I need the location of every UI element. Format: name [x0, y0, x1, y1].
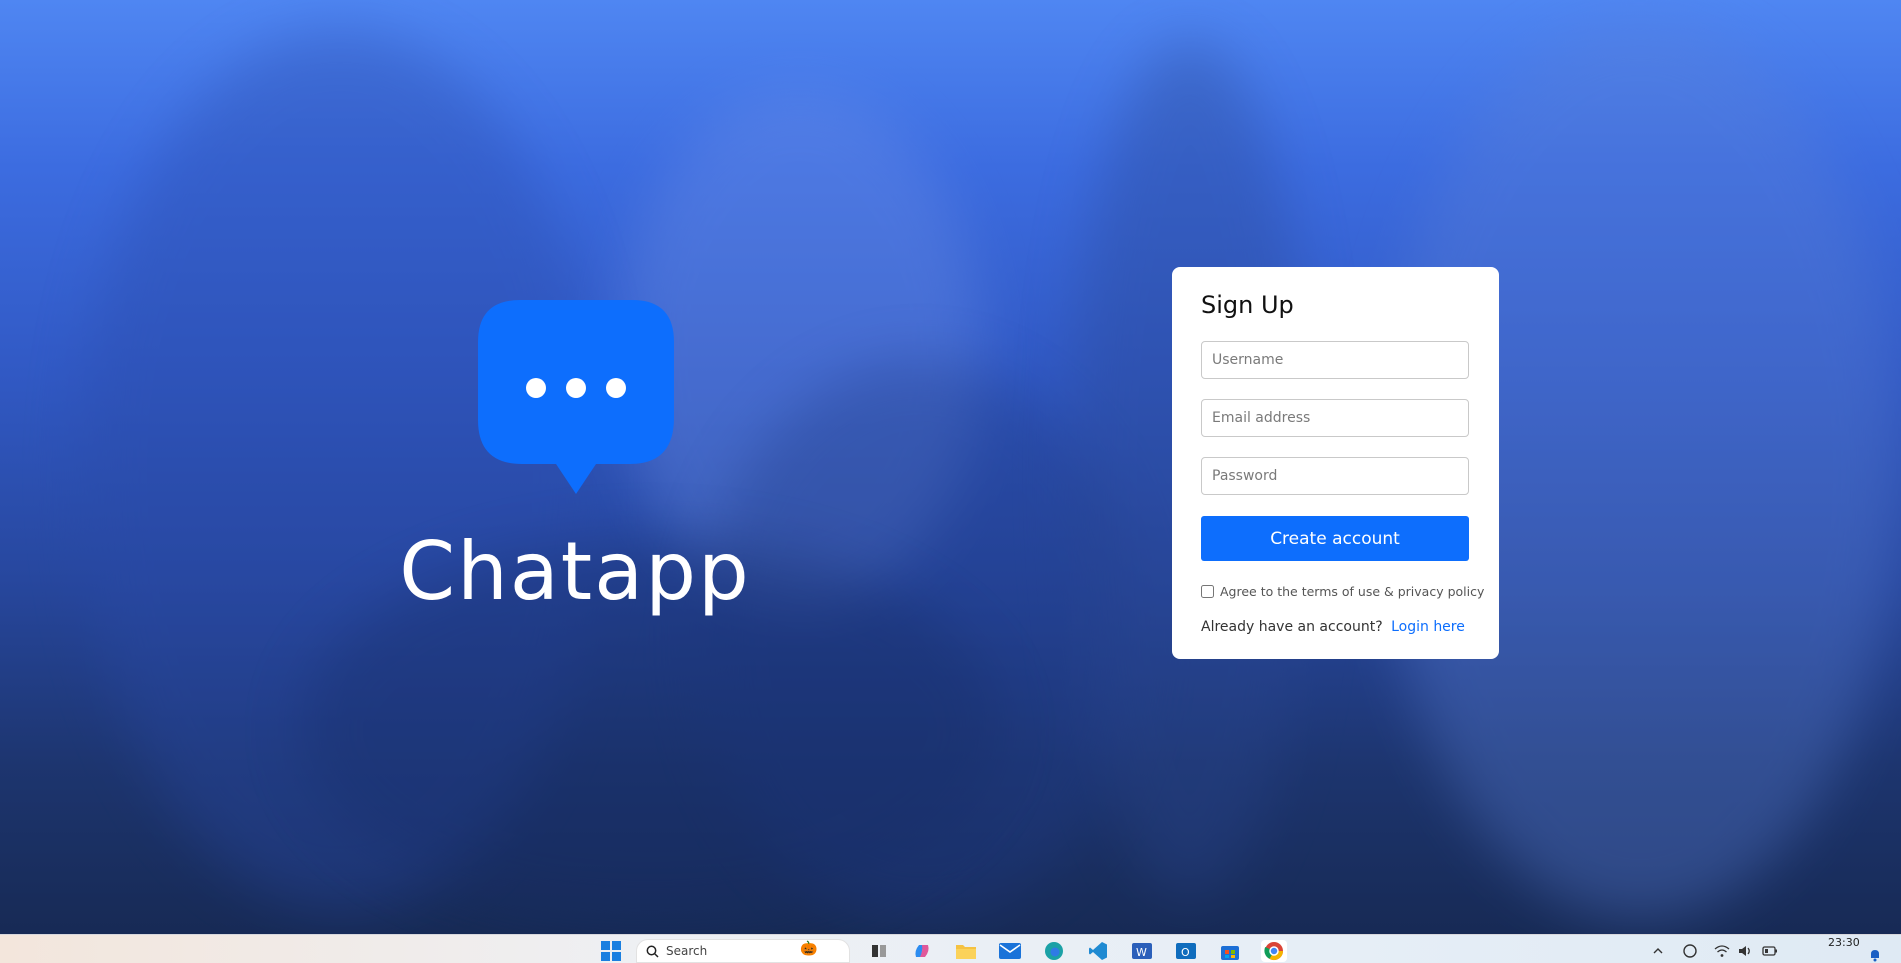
taskbar-search-placeholder: Search	[666, 944, 708, 958]
taskbar: Search 🎃 W O 23:30	[0, 934, 1901, 963]
search-highlight-icon: 🎃	[800, 941, 818, 957]
battery-icon[interactable]	[1762, 940, 1778, 962]
search-icon	[646, 945, 659, 958]
task-view-icon[interactable]	[866, 940, 892, 962]
svg-text:W: W	[1136, 946, 1147, 959]
notification-icon[interactable]	[1868, 944, 1882, 963]
chat-bubble-icon	[478, 300, 674, 500]
signup-card: Sign Up Create account Agree to the term…	[1172, 267, 1499, 659]
chevron-up-icon[interactable]	[1652, 940, 1664, 962]
windows-start-icon[interactable]	[598, 940, 624, 962]
password-input[interactable]	[1201, 457, 1469, 495]
word-icon[interactable]: W	[1129, 940, 1155, 962]
copilot-icon[interactable]	[909, 940, 935, 962]
taskbar-search[interactable]: Search	[636, 939, 850, 963]
login-row: Already have an account? Login here	[1201, 619, 1469, 635]
wifi-icon[interactable]	[1714, 940, 1730, 962]
terms-row: Agree to the terms of use & privacy poli…	[1201, 582, 1484, 600]
volume-icon[interactable]	[1738, 940, 1754, 962]
terms-label: Agree to the terms of use & privacy poli…	[1220, 583, 1485, 599]
signup-title: Sign Up	[1201, 291, 1294, 319]
login-link[interactable]: Login here	[1391, 619, 1465, 635]
login-prompt: Already have an account?	[1201, 619, 1383, 635]
email-input[interactable]	[1201, 399, 1469, 437]
hero-background	[0, 0, 1901, 934]
outlook-icon[interactable]: O	[1173, 940, 1199, 962]
create-account-button[interactable]: Create account	[1201, 516, 1469, 561]
store-icon[interactable]	[1217, 940, 1243, 962]
taskbar-clock[interactable]: 23:30	[1828, 936, 1860, 949]
edge-icon[interactable]	[1041, 940, 1067, 962]
terms-checkbox[interactable]	[1201, 584, 1214, 598]
brand-name: Chatapp	[399, 525, 751, 618]
chrome-icon[interactable]	[1261, 940, 1287, 962]
security-icon[interactable]	[1682, 940, 1698, 962]
vscode-icon[interactable]	[1085, 940, 1111, 962]
username-input[interactable]	[1201, 341, 1469, 379]
file-explorer-icon[interactable]	[953, 940, 979, 962]
brand: Chatapp	[380, 300, 770, 630]
page: Chatapp Sign Up Create account Agree to …	[0, 0, 1901, 963]
mail-icon[interactable]	[997, 940, 1023, 962]
svg-text:O: O	[1181, 946, 1190, 959]
